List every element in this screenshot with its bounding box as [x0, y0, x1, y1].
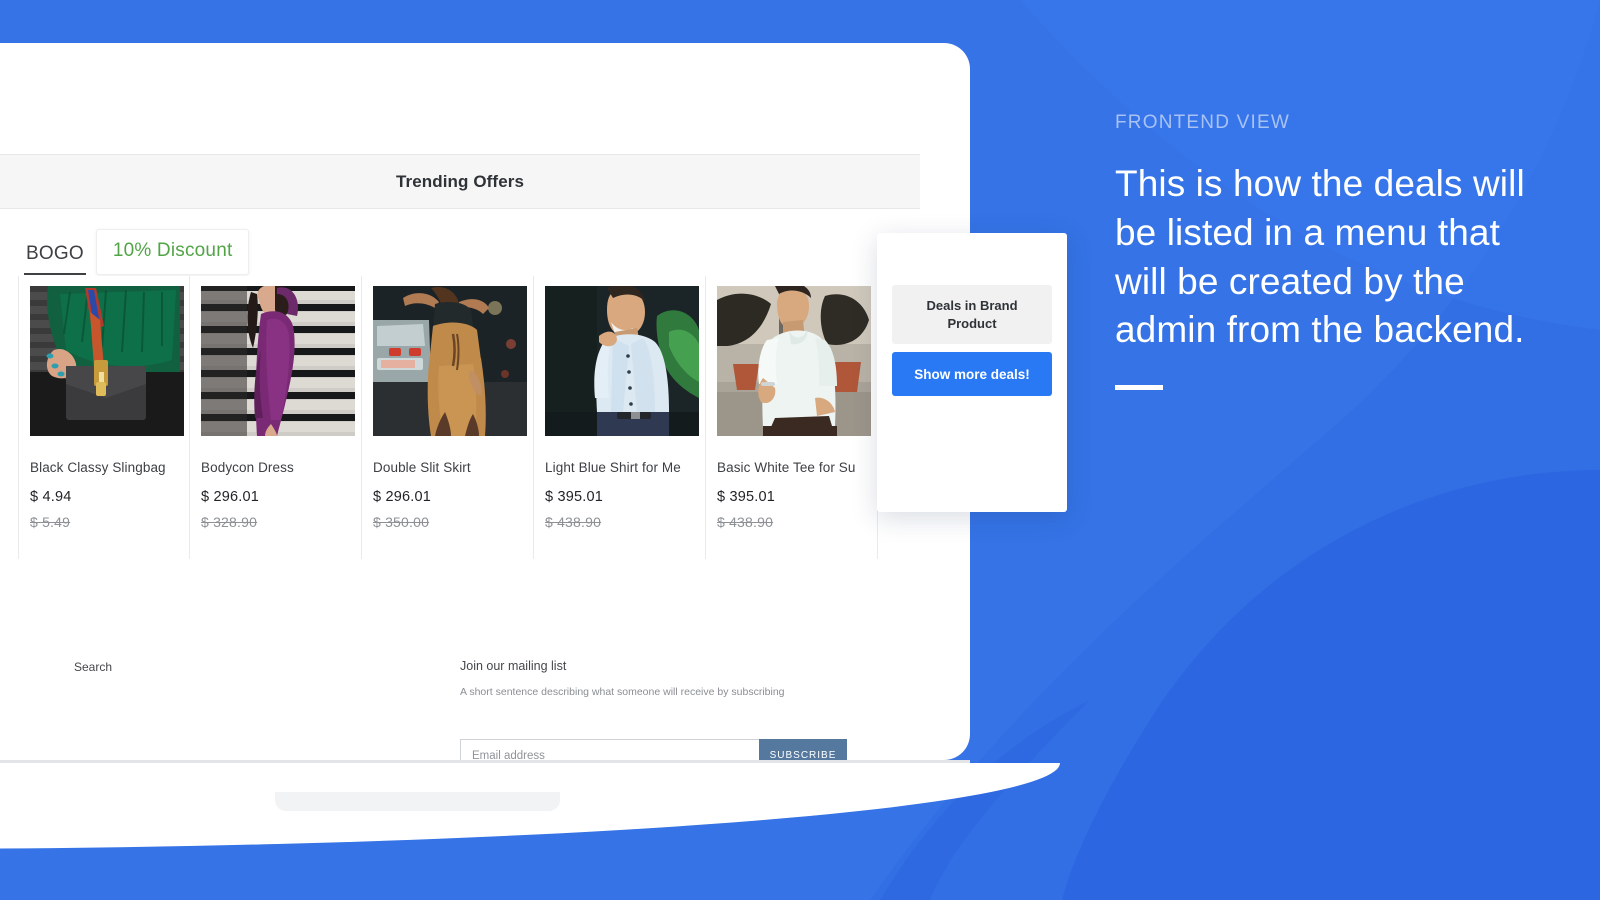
promo-rule	[1115, 385, 1163, 391]
storefront-page: Trending Offers BOGO 10% Discount Black …	[0, 104, 920, 760]
product-card[interactable]: Black Classy Slingbag $ 4.94 $ 5.49	[18, 276, 190, 559]
tab-bogo[interactable]: BOGO	[24, 241, 86, 275]
product-image	[373, 286, 527, 436]
page-title: Trending Offers	[395, 171, 525, 191]
product-image	[545, 286, 699, 436]
deal-tabs: BOGO 10% Discount	[24, 229, 250, 275]
mailing-list-subtext: A short sentence describing what someone…	[460, 686, 785, 698]
mailing-list-form: SUBSCRIBE	[460, 739, 847, 760]
product-price: $ 395.01	[717, 489, 776, 505]
laptop-mockup: Trending Offers BOGO 10% Discount Black …	[0, 43, 1060, 849]
product-price: $ 296.01	[201, 489, 260, 505]
product-image	[30, 286, 184, 436]
product-card[interactable]: Bodycon Dress $ 296.01 $ 328.90	[190, 276, 362, 559]
product-price: $ 4.94	[30, 489, 72, 505]
product-card[interactable]: Light Blue Shirt for Me $ 395.01 $ 438.9…	[534, 276, 706, 559]
product-grid: Black Classy Slingbag $ 4.94 $ 5.49 Body…	[18, 276, 878, 559]
product-title: Black Classy Slingbag	[30, 460, 166, 475]
product-price: $ 296.01	[373, 489, 432, 505]
product-compare-price: $ 438.90	[717, 514, 774, 530]
deals-panel: Deals in Brand Product Show more deals!	[877, 233, 1067, 512]
product-image	[201, 286, 355, 436]
product-card[interactable]: Basic White Tee for Su $ 395.01 $ 438.90	[706, 276, 878, 559]
product-title: Light Blue Shirt for Me	[545, 460, 681, 475]
promo-column: FRONTEND VIEW This is how the deals will…	[1115, 112, 1535, 391]
store-header: Trending Offers	[0, 154, 920, 209]
mailing-list-heading: Join our mailing list	[460, 659, 567, 673]
product-compare-price: $ 5.49	[30, 514, 71, 530]
promo-eyebrow: FRONTEND VIEW	[1115, 112, 1290, 133]
product-compare-price: $ 328.90	[201, 514, 258, 530]
promo-headline: This is how the deals will be listed in …	[1115, 163, 1525, 351]
tab-ten-percent-discount[interactable]: 10% Discount	[95, 229, 250, 275]
product-title: Bodycon Dress	[201, 460, 294, 475]
product-card[interactable]: Double Slit Skirt $ 296.01 $ 350.00	[362, 276, 534, 559]
deals-brand-label: Deals in Brand Product	[892, 285, 1052, 345]
product-compare-price: $ 350.00	[373, 514, 430, 530]
product-compare-price: $ 438.90	[545, 514, 602, 530]
product-title: Double Slit Skirt	[373, 460, 471, 475]
product-price: $ 395.01	[545, 489, 604, 505]
product-title: Basic White Tee for Su	[717, 460, 856, 475]
product-image	[717, 286, 871, 436]
laptop-trackpad-notch	[275, 792, 560, 811]
email-field[interactable]	[460, 739, 759, 760]
subscribe-button[interactable]: SUBSCRIBE	[759, 739, 847, 760]
show-more-deals-button[interactable]: Show more deals!	[892, 352, 1052, 396]
footer-link-search[interactable]: Search	[74, 660, 112, 674]
